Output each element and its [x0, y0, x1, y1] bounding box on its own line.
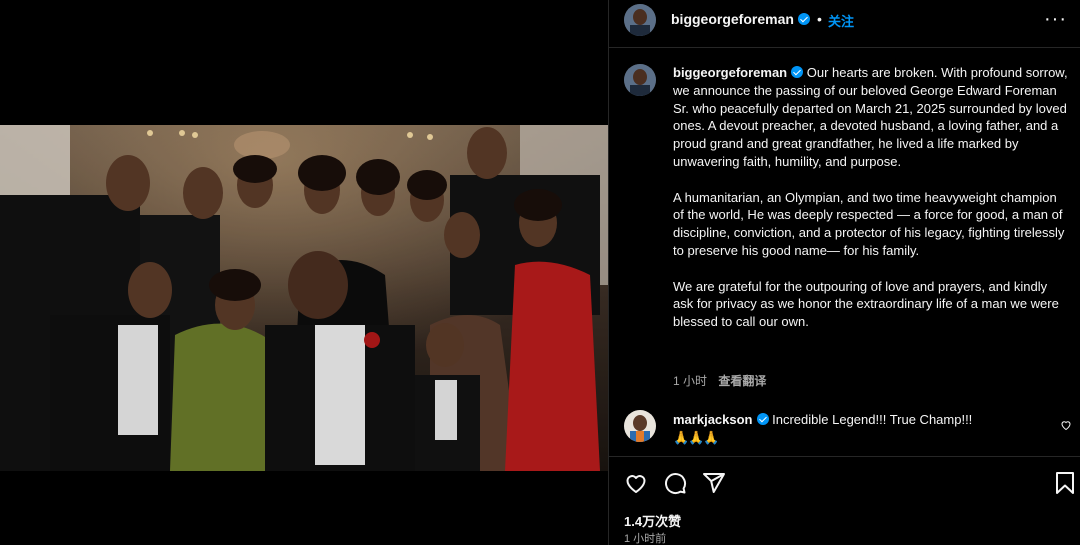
post-actions-bar: 1.4万次赞 1 小时前: [609, 456, 1080, 545]
caption-paragraph-3: We are grateful for the outpouring of lo…: [673, 278, 1059, 330]
author-avatar[interactable]: [624, 4, 656, 36]
commenter-username[interactable]: markjackson: [673, 412, 753, 427]
avatar-image: [624, 64, 656, 96]
post-side-panel: biggeorgeforeman • 关注 ··· biggeorgeforem…: [608, 0, 1080, 545]
caption-username[interactable]: biggeorgeforeman: [673, 65, 787, 80]
share-icon: [703, 473, 725, 493]
post-photo[interactable]: [0, 125, 608, 471]
comment-icon: [665, 473, 687, 495]
more-options-icon[interactable]: ···: [1044, 8, 1067, 31]
follow-button[interactable]: 关注: [828, 11, 854, 30]
avatar-image: [624, 4, 656, 36]
verified-badge-icon: [797, 13, 810, 25]
likes-count[interactable]: 1.4万次赞: [624, 511, 681, 530]
see-translation-link[interactable]: 查看翻译: [718, 374, 766, 388]
like-button[interactable]: [624, 471, 648, 500]
author-username[interactable]: biggeorgeforeman: [671, 11, 810, 27]
comment-button[interactable]: [663, 471, 687, 500]
caption-meta: 1 小时 查看翻译: [673, 372, 766, 389]
comment-text: Incredible Legend!!! True Champ!!!: [772, 412, 973, 427]
comment-emoji: 🙏🙏🙏: [673, 430, 720, 445]
caption-paragraph-2: A humanitarian, an Olympian, and two tim…: [673, 189, 1065, 258]
post-caption: biggeorgeforeman Our hearts are broken. …: [673, 64, 1068, 349]
post-timestamp[interactable]: 1 小时前: [624, 530, 666, 545]
family-photo-illustration: [0, 125, 608, 471]
verified-badge-icon: [756, 413, 769, 425]
avatar-image: [624, 410, 656, 442]
caption-timestamp[interactable]: 1 小时: [673, 374, 707, 388]
post-header: biggeorgeforeman • 关注 ···: [609, 0, 1080, 48]
author-username-text[interactable]: biggeorgeforeman: [671, 11, 794, 27]
post-media-pane: [0, 0, 608, 545]
heart-icon: [626, 475, 646, 493]
share-button[interactable]: [702, 471, 726, 500]
heart-icon: [1061, 421, 1071, 431]
bookmark-icon: [1056, 472, 1074, 494]
separator-dot: •: [817, 11, 822, 27]
caption-paragraph-1: Our hearts are broken. With profound sor…: [673, 65, 1068, 169]
comment-item: markjackson Incredible Legend!!! True Ch…: [673, 412, 1043, 427]
commenter-avatar[interactable]: [624, 410, 656, 442]
verified-badge-icon: [791, 66, 804, 78]
comment-like-icon[interactable]: [1060, 418, 1072, 436]
caption-author-avatar[interactable]: [624, 64, 656, 96]
save-button[interactable]: [1054, 471, 1076, 500]
